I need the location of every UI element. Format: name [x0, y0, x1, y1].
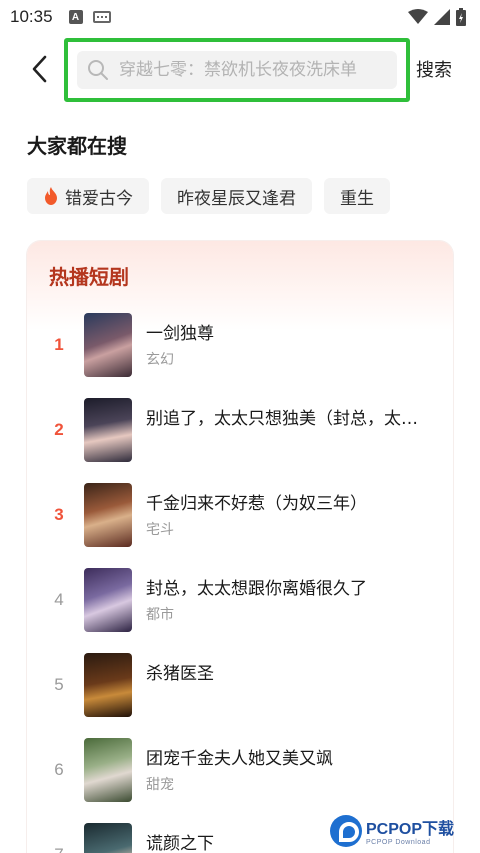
- list-item[interactable]: 1 一剑独尊 玄幻: [27, 313, 453, 379]
- poster-thumbnail: [84, 823, 132, 853]
- chip-label: 错爱古今: [65, 188, 133, 209]
- drama-genre: 甜宠: [146, 777, 174, 793]
- poster-thumbnail: [84, 398, 132, 462]
- drama-genre: 宅斗: [146, 522, 174, 538]
- ranking-card: 热播短剧 1 一剑独尊 玄幻 2 别追了，太太只想独美（封总，太太想跟你离婚很久…: [27, 241, 453, 853]
- poster-thumbnail: [84, 483, 132, 547]
- keyboard-icon: [92, 11, 111, 23]
- rank-number: 3: [54, 505, 64, 524]
- status-indicators: [408, 8, 466, 26]
- chevron-left-icon: [32, 55, 47, 83]
- hot-search-chip[interactable]: 昨夜星辰又逢君: [161, 178, 312, 214]
- status-time: 10:35: [10, 7, 53, 26]
- hot-search-chip[interactable]: 重生: [324, 178, 390, 214]
- hot-search-chip[interactable]: 错爱古今: [27, 178, 149, 214]
- drama-genre: 玄幻: [146, 352, 174, 368]
- wifi-icon: [408, 9, 428, 24]
- drama-genre: 都市: [146, 607, 174, 623]
- rank-number: 4: [54, 590, 64, 609]
- poster-thumbnail: [84, 568, 132, 632]
- poster-thumbnail: [84, 738, 132, 802]
- list-item[interactable]: 6 团宠千金夫人她又美又飒 甜宠: [27, 738, 453, 804]
- search-input[interactable]: [119, 60, 389, 80]
- rank-number: 5: [54, 675, 64, 694]
- list-item[interactable]: 5 杀猪医圣: [27, 653, 453, 719]
- watermark-brand: PCPOP下载: [366, 821, 455, 838]
- rank-number: 2: [54, 420, 64, 439]
- input-method-icon: A: [68, 10, 83, 24]
- poster-thumbnail: [84, 313, 132, 377]
- search-bar[interactable]: [77, 51, 397, 89]
- poster-thumbnail: [84, 653, 132, 717]
- drama-title: 团宠千金夫人她又美又飒: [146, 749, 333, 769]
- drama-title: 封总，太太想跟你离婚很久了: [146, 579, 367, 599]
- ranking-title: 热播短剧: [49, 265, 129, 289]
- search-button[interactable]: 搜索: [416, 56, 452, 82]
- chip-label: 重生: [340, 188, 374, 209]
- drama-title: 千金归来不好惹（为奴三年）: [146, 494, 367, 514]
- rank-number: 7: [49, 845, 69, 853]
- rank-number: 6: [54, 760, 64, 779]
- drama-title: 一剑独尊: [146, 324, 214, 344]
- battery-icon: [456, 8, 466, 26]
- list-item[interactable]: 3 千金归来不好惹（为奴三年） 宅斗: [27, 483, 453, 549]
- rank-number: 1: [54, 335, 64, 354]
- drama-title: 别追了，太太只想独美（封总，太太想跟你离婚很久了）: [146, 409, 431, 429]
- signal-icon: [434, 9, 450, 25]
- search-highlight-frame: [64, 38, 410, 102]
- flame-icon: [43, 187, 59, 205]
- watermark: PCPOP下载 PCPOP Download: [330, 808, 480, 853]
- pcpop-logo-icon: [330, 814, 362, 847]
- watermark-sub: PCPOP Download: [366, 839, 431, 846]
- search-header: 搜索: [0, 36, 480, 104]
- search-icon: [87, 59, 109, 81]
- list-item[interactable]: 2 别追了，太太只想独美（封总，太太想跟你离婚很久了）: [27, 398, 453, 464]
- chip-label: 昨夜星辰又逢君: [177, 188, 296, 209]
- status-bar: 10:35 A: [0, 0, 480, 34]
- list-item[interactable]: 4 封总，太太想跟你离婚很久了 都市: [27, 568, 453, 634]
- hot-search-chips: 错爱古今 昨夜星辰又逢君 重生: [27, 178, 390, 214]
- hot-search-title: 大家都在搜: [27, 134, 127, 158]
- drama-title: 杀猪医圣: [146, 664, 214, 684]
- back-button[interactable]: [22, 52, 56, 86]
